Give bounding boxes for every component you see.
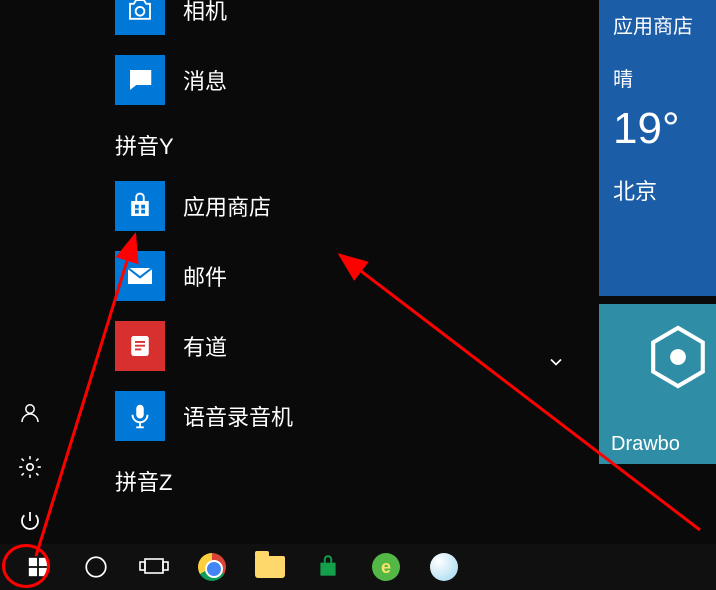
app-label: 语音录音机 — [183, 400, 293, 432]
annotation-circle — [2, 544, 50, 588]
cortana-icon[interactable] — [76, 547, 116, 587]
app-store[interactable]: 应用商店 — [115, 171, 455, 241]
browser-icon[interactable]: e — [366, 547, 406, 587]
youdao-icon — [115, 321, 165, 371]
message-icon — [115, 55, 165, 105]
group-pinyin-y[interactable]: 拼音Y — [115, 129, 455, 161]
app-messages[interactable]: 消息 — [115, 45, 455, 115]
drawbo-label: Drawbo — [599, 433, 680, 456]
weather-tile[interactable]: 应用商店 晴 19° 北京 — [599, 0, 716, 296]
tile-title: 应用商店 — [613, 10, 716, 39]
app-label: 相机 — [183, 0, 227, 26]
mail-icon — [115, 251, 165, 301]
weather-condition: 晴 — [613, 63, 716, 92]
app-label: 消息 — [183, 64, 227, 96]
account-icon[interactable] — [17, 400, 43, 426]
app-label: 应用商店 — [183, 190, 271, 222]
app-camera[interactable]: 相机 — [115, 0, 455, 45]
taskview-icon[interactable] — [134, 547, 174, 587]
app-label: 邮件 — [183, 260, 227, 292]
group-pinyin-z[interactable]: 拼音Z — [115, 465, 455, 497]
folder-icon[interactable] — [250, 547, 290, 587]
app-voice-recorder[interactable]: 语音录音机 — [115, 381, 455, 451]
weather-city: 北京 — [613, 174, 716, 206]
hexagon-icon — [643, 322, 713, 392]
mic-icon — [115, 391, 165, 441]
chevron-down-icon[interactable] — [546, 352, 566, 378]
app-mail[interactable]: 邮件 — [115, 241, 455, 311]
camera-icon — [115, 0, 165, 35]
store-icon — [115, 181, 165, 231]
taskbar: e — [0, 544, 716, 590]
drawbo-tile[interactable]: Drawbo — [599, 304, 716, 464]
settings-icon[interactable] — [17, 454, 43, 480]
weather-temp: 19° — [613, 104, 716, 154]
app-label: 有道 — [183, 330, 227, 362]
power-icon[interactable] — [17, 508, 43, 534]
app-youdao[interactable]: 有道 — [115, 311, 455, 381]
sogou-icon[interactable] — [424, 547, 464, 587]
taskbar-store-icon[interactable] — [308, 547, 348, 587]
chrome-icon[interactable] — [192, 547, 232, 587]
